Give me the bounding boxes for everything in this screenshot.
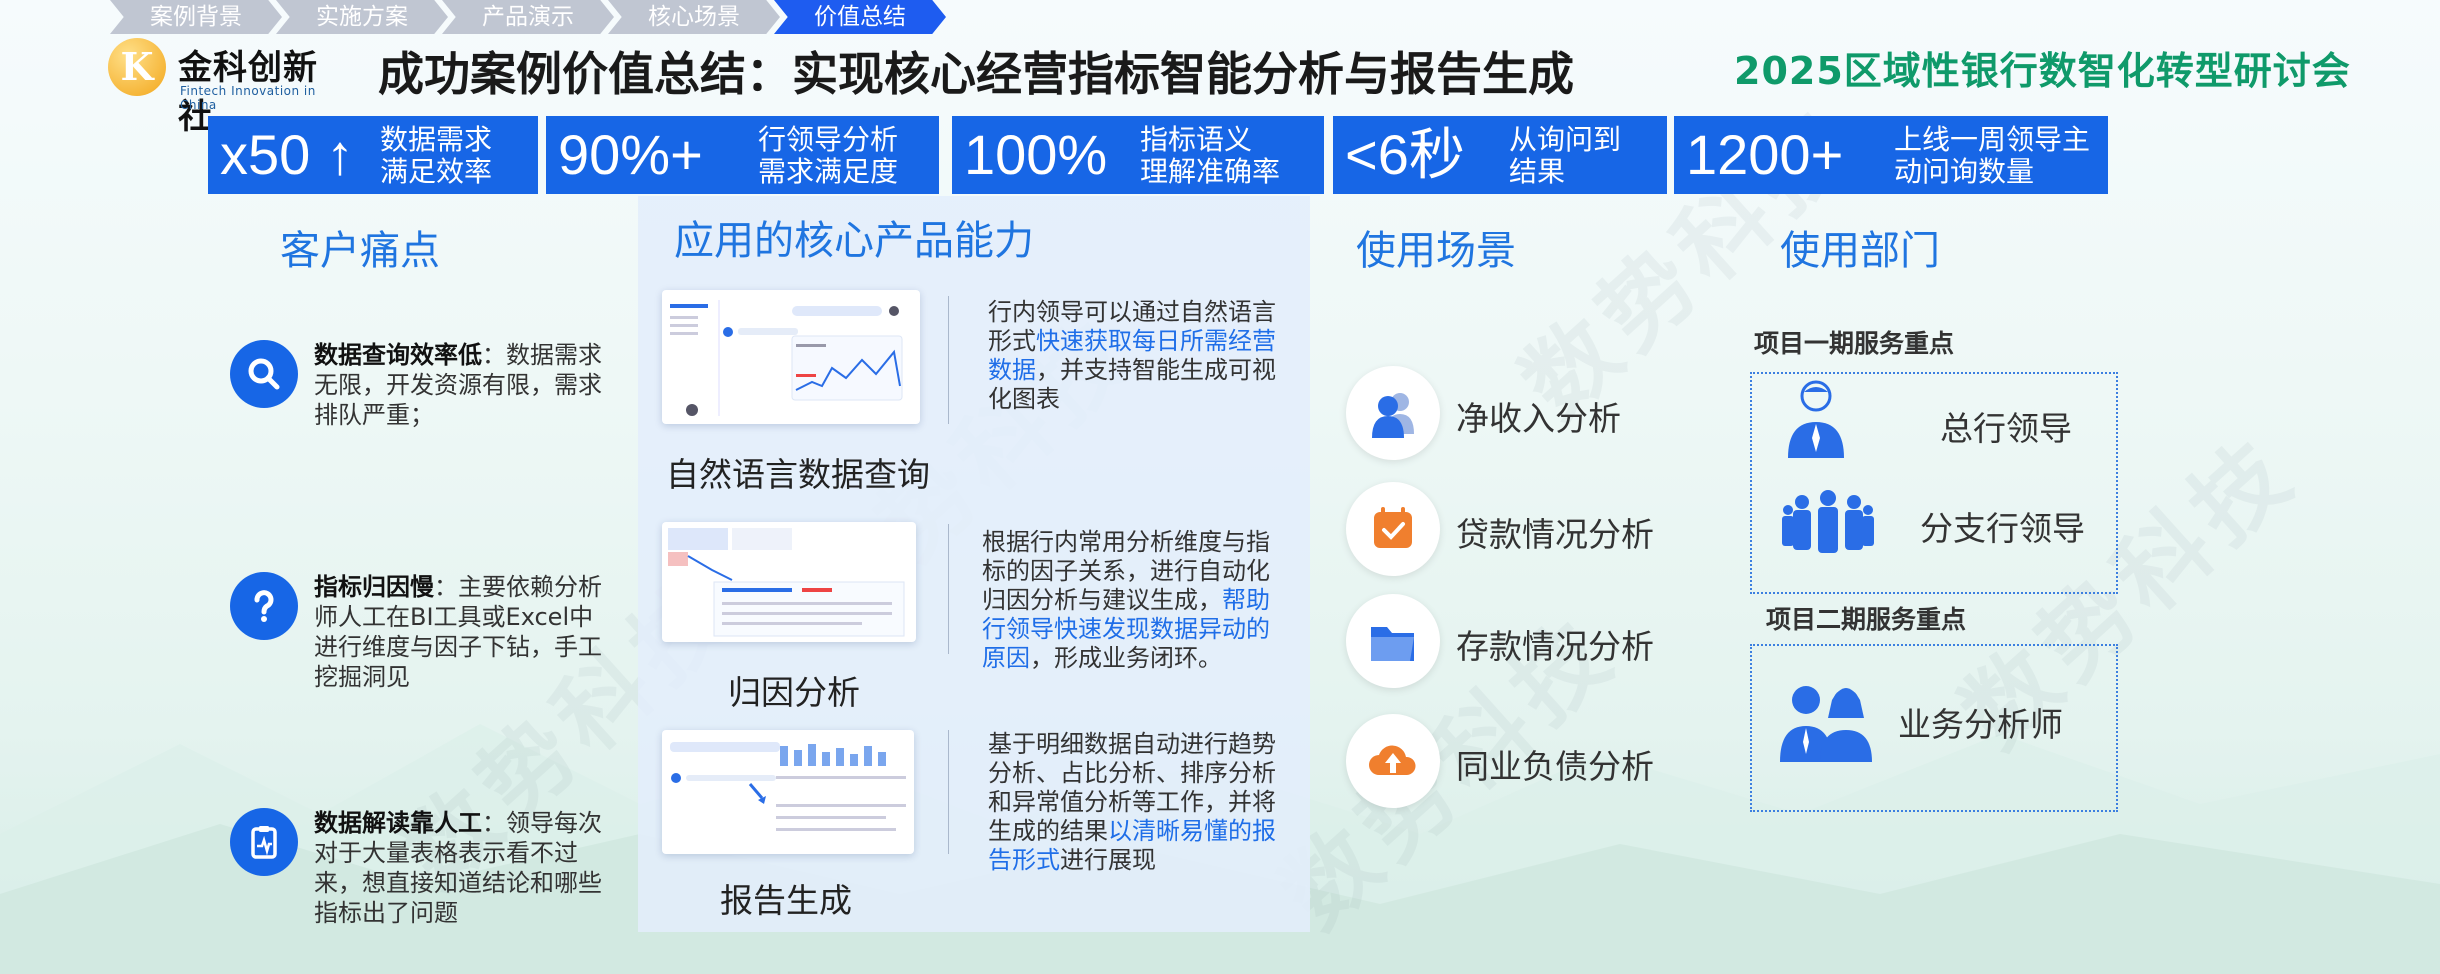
capability-title: 自然语言数据查询 (666, 455, 930, 494)
pain-heading: 客户痛点 (280, 228, 440, 274)
divider (948, 524, 949, 654)
logo-subtitle: Fintech Innovation in China (180, 84, 316, 112)
capability-description: 根据行内常用分析维度与指标的因子关系，进行自动化归因分析与建议生成，帮助行领导快… (982, 528, 1270, 672)
folder-icon (1346, 594, 1440, 688)
stat-efficiency: x50 ↑ 数据需求 满足效率 (208, 116, 538, 194)
page-title: 成功案例价值总结：实现核心经营指标智能分析与报告生成 (378, 47, 1574, 101)
scene-label: 同业负债分析 (1456, 747, 1654, 786)
nav-item-plan[interactable]: 实施方案 (276, 0, 448, 34)
capability-title: 归因分析 (728, 673, 860, 712)
stat-label: 指标语义 理解准确率 (1140, 123, 1281, 188)
calendar-check-icon (1346, 482, 1440, 576)
stat-satisfaction: 90%+ 行领导分析 需求满足度 (546, 116, 939, 194)
executive-icon (1784, 378, 1848, 464)
nav-item-demo[interactable]: 产品演示 (442, 0, 614, 34)
stat-label: 数据需求 满足效率 (380, 123, 493, 188)
pain-text: 数据查询效率低：数据需求无限，开发资源有限，需求排队严重； (314, 341, 602, 429)
scene-label: 净收入分析 (1456, 399, 1621, 438)
stat-value: x50 ↑ (220, 123, 354, 186)
stat-queries: 1200+ 上线一周领导主 动问询数量 (1674, 116, 2108, 194)
divider (948, 296, 949, 424)
users-icon (1346, 366, 1440, 460)
section-nav: 案例背景 实施方案 产品演示 核心场景 价值总结 (110, 0, 946, 34)
clipboard-icon (230, 808, 298, 876)
scene-label: 存款情况分析 (1456, 627, 1654, 666)
pain-text: 数据解读靠人工：领导每次对于大量表格表示看不过来，想直接知道结论和哪些指标出了问… (314, 809, 602, 927)
stat-label: 上线一周领导主 动问询数量 (1894, 123, 2091, 188)
divider (948, 730, 949, 854)
question-icon (230, 572, 298, 640)
stat-label: 从询问到 结果 (1509, 123, 1622, 188)
stat-value: <6秒 (1345, 123, 1465, 186)
capability-description: 基于明细数据自动进行趋势分析、占比分析、排序分析和异常值分析等工作，并将生成的结… (988, 730, 1276, 874)
scene-label: 贷款情况分析 (1456, 515, 1654, 554)
pain-text: 指标归因慢：主要依赖分析师人工在BI工具或Excel中进行维度与因子下钻，手工挖… (314, 573, 602, 691)
phase1-label: 项目一期服务重点 (1754, 329, 1955, 358)
stat-value: 1200+ (1686, 123, 1844, 186)
capability-description: 行内领导可以通过自然语言形式快速获取每日所需经营数据，并支持智能生成可视化图表 (988, 298, 1276, 413)
dept-label: 总行领导 (1940, 409, 2072, 448)
analysts-icon (1778, 680, 1874, 768)
scenes-heading: 使用场景 (1356, 228, 1516, 274)
nav-item-value-summary[interactable]: 价值总结 (774, 0, 946, 34)
nav-item-background[interactable]: 案例背景 (110, 0, 282, 34)
depts-heading: 使用部门 (1780, 228, 1940, 274)
search-icon (230, 340, 298, 408)
stat-latency: <6秒 从询问到 结果 (1333, 116, 1667, 194)
nl-query-screenshot (662, 290, 920, 424)
event-title: 2025区域性银行数智化转型研讨会 (1734, 49, 2351, 93)
capability-title: 报告生成 (720, 881, 852, 920)
core-heading: 应用的核心产品能力 (674, 218, 1034, 264)
logo: K 金科创新社 Fintech Innovation in China (100, 34, 350, 137)
stat-label: 行领导分析 需求满足度 (758, 123, 899, 188)
stat-value: 90%+ (558, 123, 703, 186)
phase2-label: 项目二期服务重点 (1766, 605, 1967, 634)
logo-mark: K (108, 38, 166, 96)
dept-label: 分支行领导 (1920, 509, 2085, 548)
dept-label: 业务分析师 (1898, 705, 2063, 744)
attribution-screenshot (662, 522, 916, 642)
stat-value: 100% (964, 123, 1108, 186)
stat-accuracy: 100% 指标语义 理解准确率 (952, 116, 1324, 194)
nav-item-scenarios[interactable]: 核心场景 (608, 0, 780, 34)
report-screenshot (662, 730, 914, 854)
cloud-upload-icon (1346, 714, 1440, 808)
team-icon (1780, 488, 1876, 568)
